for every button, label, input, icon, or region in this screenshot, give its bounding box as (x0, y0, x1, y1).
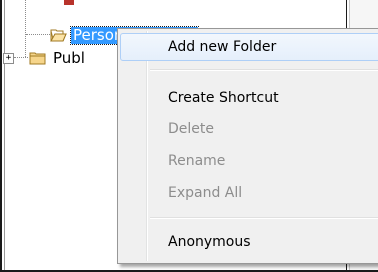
top-item-icon (64, 0, 74, 5)
menu-item-rename[interactable]: Rename (120, 147, 378, 175)
app-window: Personal Folders + Publ Add new Folder C… (0, 0, 378, 272)
menu-item-add-new-folder[interactable]: Add new Folder (120, 33, 378, 61)
menu-item-delete[interactable]: Delete (120, 115, 378, 143)
expand-plus-icon[interactable]: + (3, 53, 14, 64)
menu-separator (150, 217, 378, 219)
menu-separator (150, 69, 378, 71)
menu-icon-gutter (146, 31, 148, 261)
tree-item-public-folders[interactable]: Publ (29, 49, 87, 67)
closed-folder-icon (29, 52, 46, 64)
tree-connector-line (14, 57, 28, 58)
menu-item-anonymous[interactable]: Anonymous (120, 228, 378, 256)
tree-connector-line (25, 0, 26, 57)
window-left-border (0, 0, 2, 272)
tree-connector-line (26, 34, 50, 35)
menu-item-create-shortcut[interactable]: Create Shortcut (120, 84, 378, 112)
open-folder-icon (50, 29, 67, 41)
context-menu: Add new Folder Create Shortcut Delete Re… (117, 28, 378, 264)
menu-item-expand-all[interactable]: Expand All (120, 179, 378, 207)
tree-item-label[interactable]: Publ (51, 49, 87, 67)
window-left-border-inner (4, 0, 5, 272)
